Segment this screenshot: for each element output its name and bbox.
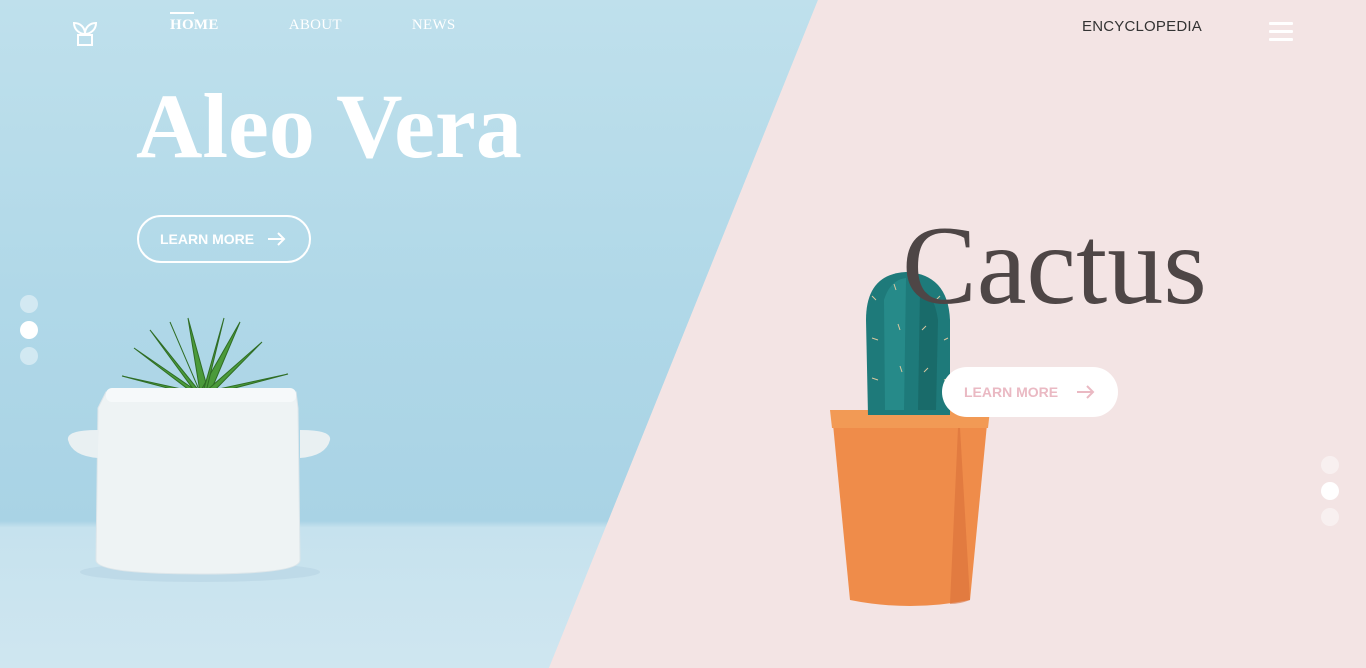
hero-title-aloe: Aleo Vera (136, 75, 522, 177)
encyclopedia-link[interactable]: ENCYCLOPEDIA (1082, 18, 1202, 35)
slider-dot[interactable] (1321, 508, 1339, 526)
learn-more-label-left: LEARN MORE (160, 231, 255, 247)
slider-dot-active[interactable] (20, 321, 38, 339)
orange-pot (830, 410, 990, 606)
slider-dot[interactable] (20, 347, 38, 365)
nav-item-home[interactable]: HOME (170, 12, 219, 34)
learn-more-button-right[interactable]: LEARN MORE (942, 367, 1118, 417)
nav-item-news[interactable]: NEWS (412, 17, 456, 34)
arrow-right-icon (268, 232, 286, 246)
hero-title-cactus: Cactus (902, 204, 1207, 328)
white-pot (67, 388, 331, 575)
slider-dots-right (1321, 456, 1339, 526)
arrow-right-icon (1077, 385, 1095, 399)
menu-icon[interactable] (1269, 22, 1293, 44)
learn-more-button-left[interactable]: LEARN MORE (137, 215, 311, 263)
nav-item-about[interactable]: ABOUT (289, 17, 342, 34)
slider-dot-active[interactable] (1321, 482, 1339, 500)
slider-dot[interactable] (20, 295, 38, 313)
main-nav: HOME ABOUT NEWS (170, 12, 456, 34)
learn-more-label-right: LEARN MORE (964, 384, 1059, 400)
slider-dots-left (20, 295, 38, 365)
plant-logo-icon[interactable] (70, 18, 100, 48)
slider-dot[interactable] (1321, 456, 1339, 474)
aloe-plant (121, 317, 289, 395)
